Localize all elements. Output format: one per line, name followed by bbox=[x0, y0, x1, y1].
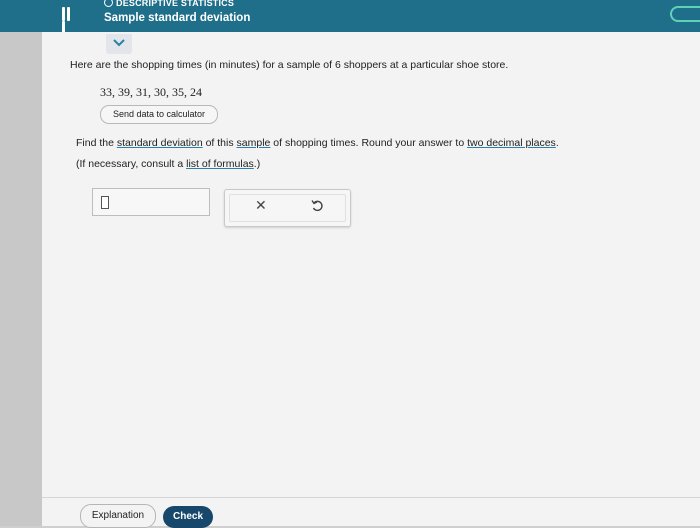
problem-intro: Here are the shopping times (in minutes)… bbox=[70, 59, 509, 71]
question-panel: Here are the shopping times (in minutes)… bbox=[42, 32, 700, 528]
question-mid: of this bbox=[202, 137, 237, 149]
hint-suffix: .) bbox=[253, 158, 261, 170]
chevron-down-icon bbox=[113, 39, 125, 47]
standard-deviation-link[interactable]: standard deviation bbox=[117, 137, 203, 149]
input-cursor bbox=[101, 196, 109, 209]
decimal-places-link[interactable]: two decimal places bbox=[467, 137, 556, 149]
answer-input[interactable] bbox=[92, 188, 210, 216]
question-suffix: . bbox=[555, 137, 559, 149]
collapse-toggle[interactable] bbox=[106, 34, 132, 54]
send-data-button[interactable]: Send data to calculator bbox=[100, 105, 218, 124]
hint-text: (If necessary, consult a list of formula… bbox=[76, 158, 260, 170]
screen-bezel bbox=[0, 0, 42, 526]
formulas-link[interactable]: list of formulas bbox=[186, 158, 254, 170]
check-button[interactable]: Check bbox=[163, 506, 213, 528]
answer-tools-inner bbox=[229, 194, 346, 222]
explanation-button[interactable]: Explanation bbox=[80, 504, 156, 528]
page-title: Sample standard deviation bbox=[104, 12, 251, 24]
question-mid2: of shopping times. Round your answer to bbox=[270, 137, 468, 149]
top-header: DESCRIPTIVE STATISTICS Sample standard d… bbox=[0, 0, 700, 35]
x-icon[interactable]: ✕ bbox=[255, 198, 267, 212]
topic-label: DESCRIPTIVE STATISTICS bbox=[104, 0, 234, 8]
progress-pill bbox=[670, 6, 700, 22]
question-prefix: Find the bbox=[76, 137, 117, 149]
undo-icon[interactable] bbox=[311, 199, 323, 212]
topic-text: DESCRIPTIVE STATISTICS bbox=[116, 0, 235, 8]
sample-link[interactable]: sample bbox=[237, 137, 271, 149]
answer-tools: ✕ bbox=[224, 189, 351, 227]
menu-icon[interactable] bbox=[62, 7, 76, 35]
question-text: Find the standard deviation of this samp… bbox=[76, 137, 559, 149]
topic-circle-icon bbox=[104, 0, 113, 7]
hint-prefix: (If necessary, consult a bbox=[76, 158, 187, 170]
footer-divider bbox=[42, 497, 700, 498]
data-values: 33, 39, 31, 30, 35, 24 bbox=[100, 85, 202, 99]
